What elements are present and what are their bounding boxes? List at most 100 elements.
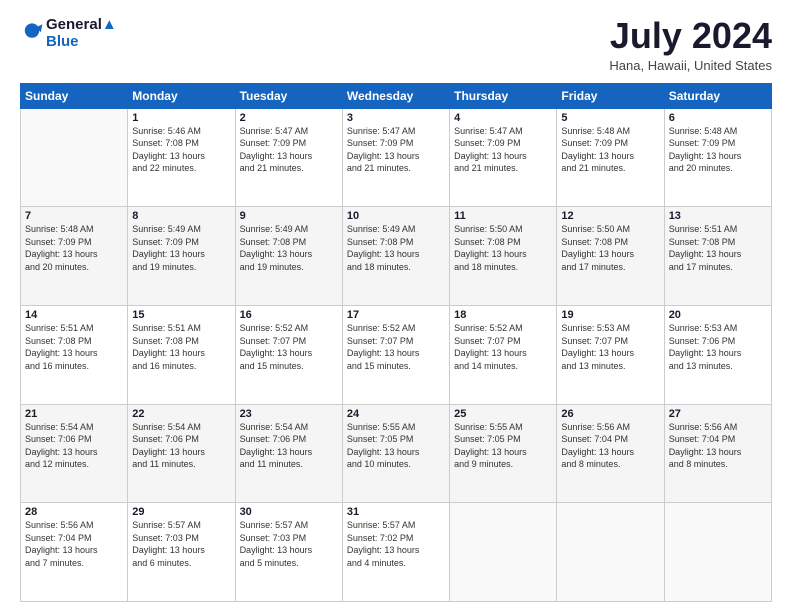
day-info: Sunrise: 5:56 AM Sunset: 7:04 PM Dayligh… [561, 421, 659, 471]
day-number: 2 [240, 112, 338, 124]
day-info: Sunrise: 5:51 AM Sunset: 7:08 PM Dayligh… [669, 223, 767, 273]
weekday-header: Friday [557, 83, 664, 108]
calendar-cell: 29Sunrise: 5:57 AM Sunset: 7:03 PM Dayli… [128, 503, 235, 602]
day-number: 14 [25, 309, 123, 321]
day-info: Sunrise: 5:47 AM Sunset: 7:09 PM Dayligh… [454, 125, 552, 175]
weekday-header: Saturday [664, 83, 771, 108]
day-number: 31 [347, 506, 445, 518]
day-info: Sunrise: 5:48 AM Sunset: 7:09 PM Dayligh… [25, 223, 123, 273]
day-number: 30 [240, 506, 338, 518]
calendar-cell: 8Sunrise: 5:49 AM Sunset: 7:09 PM Daylig… [128, 207, 235, 306]
day-number: 21 [25, 408, 123, 420]
day-info: Sunrise: 5:54 AM Sunset: 7:06 PM Dayligh… [132, 421, 230, 471]
calendar-cell: 20Sunrise: 5:53 AM Sunset: 7:06 PM Dayli… [664, 305, 771, 404]
day-info: Sunrise: 5:51 AM Sunset: 7:08 PM Dayligh… [132, 322, 230, 372]
calendar-cell: 9Sunrise: 5:49 AM Sunset: 7:08 PM Daylig… [235, 207, 342, 306]
day-info: Sunrise: 5:49 AM Sunset: 7:08 PM Dayligh… [347, 223, 445, 273]
calendar-week-row: 21Sunrise: 5:54 AM Sunset: 7:06 PM Dayli… [21, 404, 772, 503]
day-info: Sunrise: 5:50 AM Sunset: 7:08 PM Dayligh… [561, 223, 659, 273]
calendar-cell: 31Sunrise: 5:57 AM Sunset: 7:02 PM Dayli… [342, 503, 449, 602]
day-info: Sunrise: 5:56 AM Sunset: 7:04 PM Dayligh… [669, 421, 767, 471]
day-number: 25 [454, 408, 552, 420]
day-info: Sunrise: 5:55 AM Sunset: 7:05 PM Dayligh… [454, 421, 552, 471]
title-block: July 2024 Hana, Hawaii, United States [609, 16, 772, 73]
calendar-cell: 11Sunrise: 5:50 AM Sunset: 7:08 PM Dayli… [450, 207, 557, 306]
day-info: Sunrise: 5:56 AM Sunset: 7:04 PM Dayligh… [25, 519, 123, 569]
day-number: 24 [347, 408, 445, 420]
day-info: Sunrise: 5:49 AM Sunset: 7:08 PM Dayligh… [240, 223, 338, 273]
calendar-cell: 7Sunrise: 5:48 AM Sunset: 7:09 PM Daylig… [21, 207, 128, 306]
header: General▲ Blue July 2024 Hana, Hawaii, Un… [20, 16, 772, 73]
day-number: 17 [347, 309, 445, 321]
calendar-cell: 19Sunrise: 5:53 AM Sunset: 7:07 PM Dayli… [557, 305, 664, 404]
calendar-cell: 17Sunrise: 5:52 AM Sunset: 7:07 PM Dayli… [342, 305, 449, 404]
calendar-cell: 25Sunrise: 5:55 AM Sunset: 7:05 PM Dayli… [450, 404, 557, 503]
calendar-week-row: 1Sunrise: 5:46 AM Sunset: 7:08 PM Daylig… [21, 108, 772, 207]
calendar-cell: 5Sunrise: 5:48 AM Sunset: 7:09 PM Daylig… [557, 108, 664, 207]
day-info: Sunrise: 5:57 AM Sunset: 7:03 PM Dayligh… [240, 519, 338, 569]
calendar-cell: 16Sunrise: 5:52 AM Sunset: 7:07 PM Dayli… [235, 305, 342, 404]
day-number: 7 [25, 210, 123, 222]
day-number: 18 [454, 309, 552, 321]
day-info: Sunrise: 5:54 AM Sunset: 7:06 PM Dayligh… [240, 421, 338, 471]
day-info: Sunrise: 5:49 AM Sunset: 7:09 PM Dayligh… [132, 223, 230, 273]
calendar-table: SundayMondayTuesdayWednesdayThursdayFrid… [20, 83, 772, 602]
page: General▲ Blue July 2024 Hana, Hawaii, Un… [0, 0, 792, 612]
day-info: Sunrise: 5:48 AM Sunset: 7:09 PM Dayligh… [669, 125, 767, 175]
day-number: 6 [669, 112, 767, 124]
calendar-cell: 10Sunrise: 5:49 AM Sunset: 7:08 PM Dayli… [342, 207, 449, 306]
calendar-cell: 23Sunrise: 5:54 AM Sunset: 7:06 PM Dayli… [235, 404, 342, 503]
day-info: Sunrise: 5:48 AM Sunset: 7:09 PM Dayligh… [561, 125, 659, 175]
calendar-cell: 12Sunrise: 5:50 AM Sunset: 7:08 PM Dayli… [557, 207, 664, 306]
day-number: 5 [561, 112, 659, 124]
day-number: 28 [25, 506, 123, 518]
day-info: Sunrise: 5:46 AM Sunset: 7:08 PM Dayligh… [132, 125, 230, 175]
calendar-week-row: 14 Sunrise: 5:51 AM Sunset: 7:08 PM Dayli… [21, 305, 772, 404]
day-info: Sunrise: 5:54 AM Sunset: 7:06 PM Dayligh… [25, 421, 123, 471]
calendar-cell: 6Sunrise: 5:48 AM Sunset: 7:09 PM Daylig… [664, 108, 771, 207]
day-info: Sunrise: 5:55 AM Sunset: 7:05 PM Dayligh… [347, 421, 445, 471]
calendar-cell: 13Sunrise: 5:51 AM Sunset: 7:08 PM Dayli… [664, 207, 771, 306]
calendar-cell: 4Sunrise: 5:47 AM Sunset: 7:09 PM Daylig… [450, 108, 557, 207]
day-number: 3 [347, 112, 445, 124]
calendar-cell: 26Sunrise: 5:56 AM Sunset: 7:04 PM Dayli… [557, 404, 664, 503]
calendar-cell: 14Sunrise: 5:51 AM Sunset: 7:08 PM Dayli… [21, 305, 128, 404]
calendar-cell: 1Sunrise: 5:46 AM Sunset: 7:08 PM Daylig… [128, 108, 235, 207]
logo-icon [20, 21, 44, 45]
calendar-cell: 15Sunrise: 5:51 AM Sunset: 7:08 PM Dayli… [128, 305, 235, 404]
day-info: Sunrise: 5:47 AM Sunset: 7:09 PM Dayligh… [240, 125, 338, 175]
weekday-header: Tuesday [235, 83, 342, 108]
weekday-header: Monday [128, 83, 235, 108]
calendar-cell [21, 108, 128, 207]
day-info: Sunrise: 5:53 AM Sunset: 7:07 PM Dayligh… [561, 322, 659, 372]
logo: General▲ Blue [20, 16, 117, 51]
day-info: Sunrise: 5:57 AM Sunset: 7:03 PM Dayligh… [132, 519, 230, 569]
calendar-cell: 30Sunrise: 5:57 AM Sunset: 7:03 PM Dayli… [235, 503, 342, 602]
weekday-header: Sunday [21, 83, 128, 108]
calendar-cell [664, 503, 771, 602]
day-number: 8 [132, 210, 230, 222]
calendar-cell: 21Sunrise: 5:54 AM Sunset: 7:06 PM Dayli… [21, 404, 128, 503]
weekday-header: Wednesday [342, 83, 449, 108]
logo-text: General▲ Blue [46, 16, 117, 51]
calendar-cell: 3Sunrise: 5:47 AM Sunset: 7:09 PM Daylig… [342, 108, 449, 207]
calendar-week-row: 28Sunrise: 5:56 AM Sunset: 7:04 PM Dayli… [21, 503, 772, 602]
day-number: 20 [669, 309, 767, 321]
day-number: 15 [132, 309, 230, 321]
day-info: Sunrise: 5:53 AM Sunset: 7:06 PM Dayligh… [669, 322, 767, 372]
day-number: 23 [240, 408, 338, 420]
calendar-header-row: SundayMondayTuesdayWednesdayThursdayFrid… [21, 83, 772, 108]
day-info: Sunrise: 5:52 AM Sunset: 7:07 PM Dayligh… [454, 322, 552, 372]
calendar-week-row: 7Sunrise: 5:48 AM Sunset: 7:09 PM Daylig… [21, 207, 772, 306]
day-number: 4 [454, 112, 552, 124]
day-number: 13 [669, 210, 767, 222]
location: Hana, Hawaii, United States [609, 58, 772, 73]
day-info: Sunrise: 5:52 AM Sunset: 7:07 PM Dayligh… [347, 322, 445, 372]
calendar-cell [450, 503, 557, 602]
day-number: 29 [132, 506, 230, 518]
calendar-cell: 2Sunrise: 5:47 AM Sunset: 7:09 PM Daylig… [235, 108, 342, 207]
calendar-cell [557, 503, 664, 602]
day-info: Sunrise: 5:52 AM Sunset: 7:07 PM Dayligh… [240, 322, 338, 372]
calendar-cell: 28Sunrise: 5:56 AM Sunset: 7:04 PM Dayli… [21, 503, 128, 602]
day-info: Sunrise: 5:50 AM Sunset: 7:08 PM Dayligh… [454, 223, 552, 273]
